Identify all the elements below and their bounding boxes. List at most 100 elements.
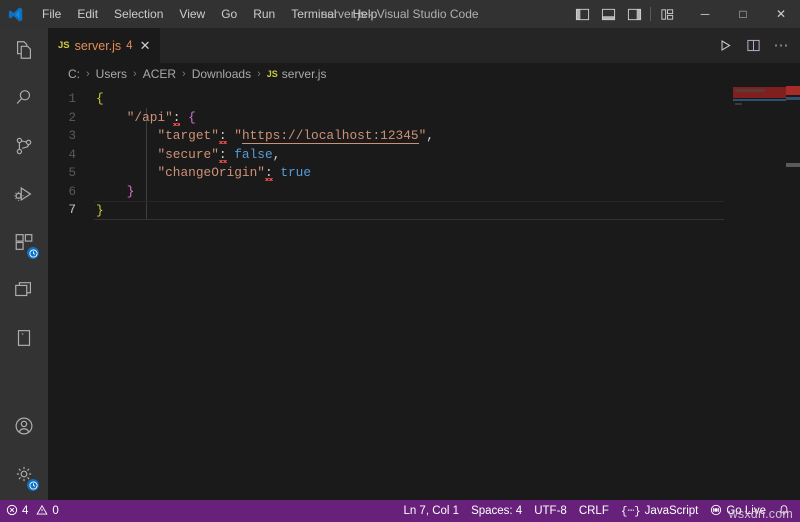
line-number: 6 [48,183,94,202]
menu-bar: File Edit Selection View Go Run Terminal… [34,0,385,28]
activity-search-button[interactable] [0,76,48,124]
activity-source-control-button[interactable] [0,124,48,172]
source-control-icon [13,135,35,162]
activity-extensions-button[interactable] [0,220,48,268]
minimap[interactable] [724,85,786,500]
breadcrumb-item-downloads[interactable]: Downloads [192,67,251,81]
editor-scrollbar-handle[interactable] [786,163,800,167]
url-link[interactable]: https://localhost:12345 [242,128,419,144]
vscode-logo-icon [0,0,30,28]
vscode-window: File Edit Selection View Go Run Terminal… [0,0,800,522]
tab-list: JS server.js 4 ✕ [48,28,161,63]
editor-viewport[interactable]: 1 2 3 4 5 6 7 { "/api": { "target": "htt… [48,85,800,500]
minimap-text-sample [735,103,742,105]
line-number: 4 [48,146,94,165]
minimap-selection-line [733,99,786,101]
tab-close-icon[interactable]: ✕ [140,39,151,52]
minimap-text-sample [735,89,765,92]
run-code-icon[interactable] [712,33,738,59]
status-bar: 4 0 Ln 7, Col 1 Spaces: 4 UTF-8 CRLF {┈}… [0,500,800,522]
close-button[interactable]: ✕ [762,0,800,28]
status-encoding[interactable]: UTF-8 [528,500,573,522]
braces-icon: {┈} [621,504,641,518]
status-notifications[interactable] [772,500,796,522]
status-go-live-label: Go Live [726,505,766,517]
extensions-pending-clock-badge [26,246,40,260]
line-number: 2 [48,109,94,128]
editor-tab-bar: JS server.js 4 ✕ [48,28,800,63]
status-cursor-position[interactable]: Ln 7, Col 1 [397,500,465,522]
minimize-button[interactable]: ─ [686,0,724,28]
line-number-gutter: 1 2 3 4 5 6 7 [48,85,94,500]
status-go-live[interactable]: Go Live [704,500,772,522]
toolbar-divider [650,7,651,21]
breadcrumb-separator-icon: › [86,68,90,80]
error-count-value: 4 [22,505,28,517]
menu-run[interactable]: Run [245,0,283,28]
menu-file[interactable]: File [34,0,69,28]
line-number: 3 [48,127,94,146]
code-line-4: "secure": false, [94,146,724,165]
breadcrumb-js-file-icon: JS [267,69,278,79]
workbench-body: JS server.js 4 ✕ [0,28,800,500]
warning-count-value: 0 [52,505,58,517]
breadcrumb-item-file[interactable]: server.js [282,67,327,81]
line-number: 5 [48,164,94,183]
line-number: 1 [48,90,94,109]
activity-explorer-button[interactable] [0,28,48,76]
code-line-7-active: } [94,201,724,220]
breadcrumb-item-drive[interactable]: C: [68,67,80,81]
toggle-secondary-sidebar-icon[interactable] [621,0,647,28]
js-file-icon: JS [58,40,70,51]
breadcrumb-separator-icon: › [133,68,137,80]
status-indentation[interactable]: Spaces: 4 [465,500,528,522]
split-editor-right-icon[interactable] [740,33,766,59]
activity-remote-explorer-button[interactable] [0,268,48,316]
activity-settings-button[interactable] [0,452,48,500]
menu-view[interactable]: View [171,0,213,28]
code-line-3: "target": "https://localhost:12345", [94,127,724,146]
code-line-5: "changeOrigin": true [94,164,724,183]
tab-label: server.js [75,39,122,53]
code-line-1: { [94,90,724,109]
line-number-active: 7 [48,201,94,220]
menu-help[interactable]: Help [345,0,386,28]
breadcrumb-item-acer[interactable]: ACER [143,67,176,81]
status-eol[interactable]: CRLF [573,500,615,522]
run-and-debug-icon [13,183,35,210]
status-language-label: JavaScript [645,505,699,517]
bell-icon [778,504,790,519]
breadcrumb-item-users[interactable]: Users [96,67,127,81]
search-icon [13,87,35,114]
explorer-icon [13,39,35,66]
status-problems[interactable]: 4 0 [0,500,65,522]
maximize-button[interactable]: □ [724,0,762,28]
toggle-panel-icon[interactable] [595,0,621,28]
overview-cursor-marker [786,97,800,100]
breadcrumb-separator-icon: › [257,68,261,80]
accounts-icon [13,415,35,442]
code-content[interactable]: { "/api": { "target": "https://localhost… [94,85,724,500]
activity-accounts-button[interactable] [0,404,48,452]
menu-terminal[interactable]: Terminal [283,0,344,28]
breadcrumb-separator-icon: › [182,68,186,80]
menu-selection[interactable]: Selection [106,0,171,28]
customize-layout-icon[interactable] [654,0,680,28]
activity-run-debug-button[interactable] [0,172,48,220]
test-explorer-icon [13,327,35,354]
remote-explorer-icon [13,279,35,306]
tab-server-js[interactable]: JS server.js 4 ✕ [48,28,161,63]
status-language-mode[interactable]: {┈} JavaScript [615,500,705,522]
activity-testing-button[interactable] [0,316,48,364]
menu-go[interactable]: Go [213,0,245,28]
toggle-primary-sidebar-icon[interactable] [569,0,595,28]
settings-pending-clock-badge [26,478,40,492]
menu-edit[interactable]: Edit [69,0,106,28]
breadcrumb: C: › Users › ACER › Downloads › JS serve… [48,63,800,85]
editor-action-bar: ⋯ [712,28,800,63]
broadcast-icon [710,504,722,519]
overview-error-marker [786,86,800,95]
more-actions-icon[interactable]: ⋯ [768,33,794,59]
code-line-2: "/api": { [94,109,724,128]
editor-overview-ruler[interactable] [786,85,800,500]
